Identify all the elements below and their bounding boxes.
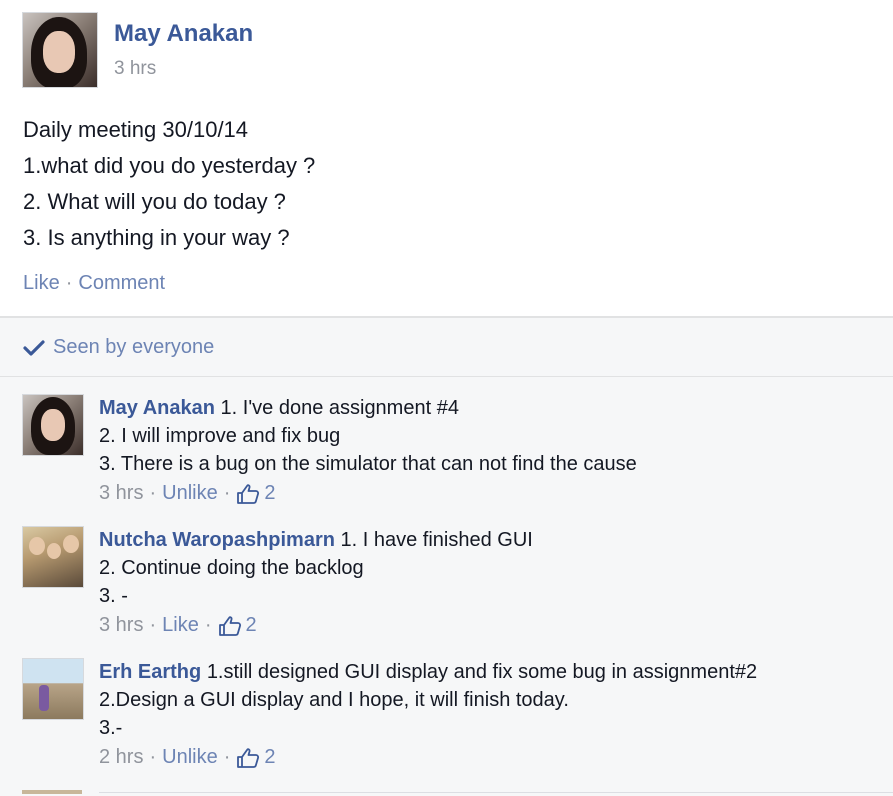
comment-line: 1.still designed GUI display and fix som… bbox=[206, 661, 758, 683]
meta-separator: · bbox=[204, 614, 212, 636]
comment-line: 2.Design a GUI display and I hope, it wi… bbox=[99, 689, 569, 711]
comment-meta: 3 hrs · Like · 2 bbox=[99, 614, 257, 637]
post-author-name[interactable]: May Anakan bbox=[114, 20, 253, 48]
unlike-link[interactable]: Unlike bbox=[162, 482, 218, 505]
like-link[interactable]: Like bbox=[162, 614, 199, 637]
avatar-person bbox=[47, 543, 61, 559]
post-author-avatar[interactable] bbox=[22, 12, 98, 88]
post: May Anakan 3 hrs Daily meeting 30/10/14 … bbox=[0, 0, 893, 316]
comment-author-name[interactable]: Nutcha Waropashpimarn bbox=[99, 529, 335, 551]
meta-separator: · bbox=[223, 482, 231, 504]
comment-timestamp[interactable]: 3 hrs bbox=[99, 614, 143, 637]
like-count[interactable]: 2 bbox=[264, 746, 275, 769]
thumbs-up-icon bbox=[237, 747, 260, 768]
feedback-section: Seen by everyone May Anakan 1. I've done… bbox=[0, 316, 893, 796]
action-separator: · bbox=[65, 272, 73, 294]
comment-line: 3. - bbox=[99, 585, 128, 607]
like-count[interactable]: 2 bbox=[264, 482, 275, 505]
comment-line: 3.- bbox=[99, 717, 123, 739]
meta-separator: · bbox=[149, 614, 157, 636]
like-count[interactable]: 2 bbox=[246, 614, 257, 637]
comment-input-edge bbox=[99, 792, 893, 793]
meta-separator: · bbox=[149, 746, 157, 768]
unlike-link[interactable]: Unlike bbox=[162, 746, 218, 769]
comment-avatar[interactable] bbox=[22, 394, 84, 456]
divider bbox=[0, 376, 893, 377]
comment-avatar[interactable] bbox=[22, 658, 84, 720]
comment-avatar[interactable] bbox=[22, 526, 84, 588]
comment-line: 1. I have finished GUI bbox=[340, 529, 533, 551]
next-comment-avatar-edge bbox=[22, 790, 82, 794]
comment-link[interactable]: Comment bbox=[78, 272, 165, 294]
post-actions: Like · Comment bbox=[23, 272, 165, 295]
avatar-face bbox=[41, 409, 65, 441]
comment-meta: 3 hrs · Unlike · 2 bbox=[99, 482, 276, 505]
avatar-person bbox=[63, 535, 79, 553]
seen-by-indicator[interactable]: Seen by everyone bbox=[23, 336, 214, 359]
seen-label: Seen by everyone bbox=[53, 336, 215, 358]
comment-text: May Anakan 1. I've done assignment #4 2.… bbox=[99, 394, 637, 478]
comment-line: 3. There is a bug on the simulator that … bbox=[99, 453, 637, 475]
comment-meta: 2 hrs · Unlike · 2 bbox=[99, 746, 276, 769]
avatar-person bbox=[29, 537, 45, 555]
thumbs-up-icon bbox=[237, 483, 260, 504]
post-line: 1.what did you do yesterday ? bbox=[23, 153, 316, 178]
checkmark-icon bbox=[23, 339, 45, 356]
post-timestamp[interactable]: 3 hrs bbox=[114, 58, 156, 80]
post-line: 3. Is anything in your way ? bbox=[23, 225, 290, 250]
post-line: 2. What will you do today ? bbox=[23, 189, 286, 214]
avatar-figure bbox=[39, 685, 49, 711]
post-body: Daily meeting 30/10/14 1.what did you do… bbox=[23, 112, 315, 256]
comment-line: 2. Continue doing the backlog bbox=[99, 557, 364, 579]
comment-timestamp[interactable]: 2 hrs bbox=[99, 746, 143, 769]
thumbs-up-icon bbox=[218, 615, 241, 636]
comment-author-name[interactable]: May Anakan bbox=[99, 397, 215, 419]
post-line: Daily meeting 30/10/14 bbox=[23, 117, 249, 142]
meta-separator: · bbox=[149, 482, 157, 504]
comment-author-name[interactable]: Erh Earthg bbox=[99, 661, 201, 683]
avatar-face bbox=[43, 31, 75, 73]
comment-line: 2. I will improve and fix bug bbox=[99, 425, 341, 447]
comment-text: Erh Earthg 1.still designed GUI display … bbox=[99, 658, 757, 742]
meta-separator: · bbox=[223, 746, 231, 768]
comment-timestamp[interactable]: 3 hrs bbox=[99, 482, 143, 505]
comment-line: 1. I've done assignment #4 bbox=[220, 397, 459, 419]
like-link[interactable]: Like bbox=[23, 272, 60, 294]
comment-text: Nutcha Waropashpimarn 1. I have finished… bbox=[99, 526, 533, 610]
